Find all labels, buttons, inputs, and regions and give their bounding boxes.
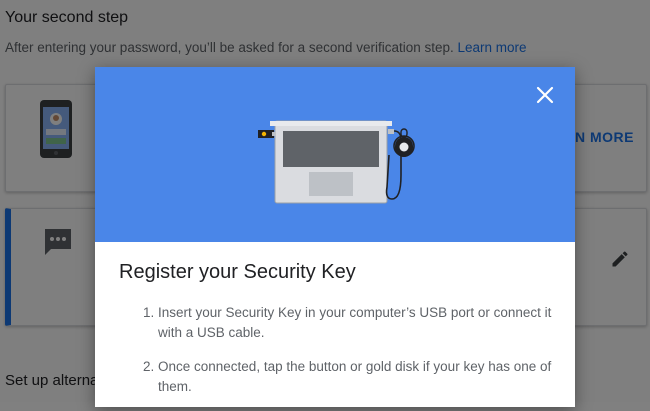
- step-text: Once connected, tap the button or gold d…: [158, 359, 552, 394]
- register-security-key-dialog: Register your Security Key 1. Insert you…: [95, 67, 575, 407]
- step-number: 1.: [143, 305, 155, 320]
- step-text: Insert your Security Key in your compute…: [158, 305, 552, 340]
- step-number: 2.: [143, 359, 155, 374]
- instruction-step: 1. Insert your Security Key in your comp…: [143, 303, 553, 343]
- instruction-list: 1. Insert your Security Key in your comp…: [143, 303, 553, 411]
- laptop-security-key-illustration: [258, 120, 415, 204]
- dialog-title: Register your Security Key: [119, 261, 356, 283]
- close-icon[interactable]: [533, 83, 557, 107]
- instruction-step: 2. Once connected, tap the button or gol…: [143, 357, 553, 397]
- dialog-hero: [95, 67, 575, 242]
